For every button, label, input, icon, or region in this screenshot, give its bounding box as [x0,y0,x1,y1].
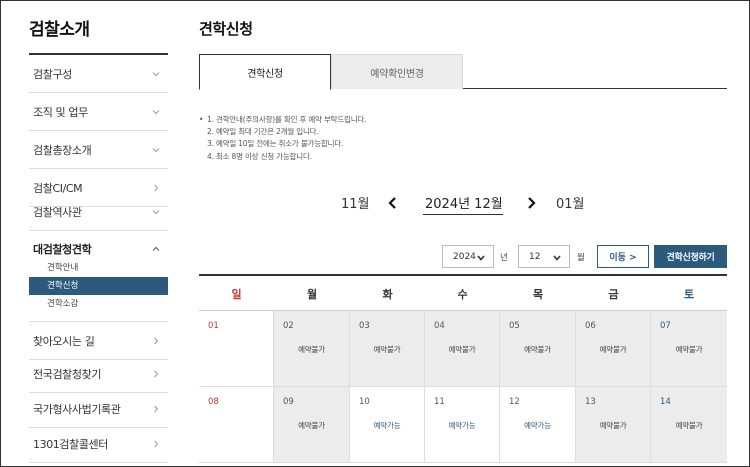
sidebar-subitem-tour-review[interactable]: 견학소감 [29,295,168,313]
sidebar-item-label: 1301검찰콜센터 [33,437,108,451]
year-unit: 년 [500,253,508,263]
calendar-day-cell: 03 예약불가 [350,311,425,387]
weekday-fri: 금 [608,287,619,301]
apply-tour-button[interactable]: 견학신청하기 [654,245,727,268]
sidebar-subitem-tour-info[interactable]: 견학안내 [29,259,168,277]
sidebar-item-duties[interactable]: 조직 및 업무 [29,93,168,131]
chevron-down-icon [152,208,160,216]
sidebar-item-label: 전국검찰청찾기 [33,367,102,381]
chevron-right-icon[interactable] [527,195,537,209]
chevron-down-icon [152,146,160,154]
weekday-mon: 월 [306,287,318,301]
calendar-day-cell: 01 [199,311,274,387]
sidebar-item-prosecutor-general[interactable]: 검찰총장소개 [29,131,168,169]
month-navigator: 11월 2024년 12월 01월 [341,191,596,217]
chevron-right-icon [152,440,160,448]
prev-month-label[interactable]: 11월 [341,193,370,212]
calendar-day-cell: 05 예약불가 [500,311,576,387]
chevron-right-icon [152,337,160,345]
sidebar-item-archives[interactable]: 국가형사사법기록관 [29,390,168,428]
sidebar-group-tour: 대검찰청견학 견학안내 견학신청 견학소감 [29,231,168,322]
sidebar-item-organization[interactable]: 검찰구성 [29,55,168,93]
calendar-day-cell: 07 예약불가 [651,311,727,387]
month-unit: 월 [577,253,585,263]
chevron-down-icon [152,108,160,116]
sidebar-title: 검찰소개 [29,20,90,40]
sidebar-item-call-center[interactable]: 1301검찰콜센터 [29,425,168,463]
tab-reservation-check[interactable]: 예약확인변경 [331,54,463,89]
sidebar-item-history-hall[interactable]: 검찰역사관 [29,193,168,231]
page-title: 견학신청 [199,20,253,38]
calendar-day-cell: 08 [199,387,274,463]
month-select[interactable]: 12 [518,245,570,268]
tab-apply[interactable]: 견학신청 [199,54,331,90]
calendar-day-cell: 13 예약불가 [576,387,651,463]
sidebar-item-label: 검찰구성 [33,67,72,81]
chevron-left-icon[interactable] [387,195,397,209]
notice-list: • 1. 견학안내(주의사항)를 확인 후 예약 부탁드립니다. 2. 예약일 최… [199,114,727,163]
weekday-sun: 일 [231,287,242,301]
sidebar-subitem-tour-apply[interactable]: 견학신청 [29,277,168,295]
chevron-down-icon [152,70,160,78]
sidebar-group-label: 대검찰청견학 [33,243,92,256]
chevron-right-icon [152,184,160,192]
chevron-up-icon [152,245,160,253]
calendar-day-cell-available[interactable]: 11 예약가능 [425,387,500,463]
sidebar-item-label: 검찰역사관 [33,205,82,219]
chevron-down-icon [477,254,485,264]
notice-item: 3. 예약일 10일 전에는 취소가 불가능합니다. [207,139,344,149]
sidebar-item-label: 검찰총장소개 [33,143,92,157]
weekday-wed: 수 [457,287,468,301]
calendar-day-cell: 04 예약불가 [425,311,500,387]
current-month-underline [423,214,503,215]
weekday-thu: 목 [532,287,544,301]
calendar-day-cell-available[interactable]: 10 예약가능 [350,387,425,463]
calendar-day-cell: 06 예약불가 [576,311,651,387]
chevron-down-icon [553,254,561,264]
chevron-right-icon [152,405,160,413]
notice-item: 4. 최소 8명 이상 신청 가능합니다. [207,151,312,161]
calendar-day-cell-available[interactable]: 12 예약가능 [500,387,576,463]
sidebar-item-label: 찾아오시는 길 [33,334,95,348]
calendar-day-cell: 14 예약불가 [651,387,727,463]
weekday-tue: 화 [382,287,393,301]
notice-item: 2. 예약일 최대 기간은 2개월 입니다. [207,127,319,137]
sidebar-item-find-offices[interactable]: 전국검찰청찾기 [29,355,168,393]
current-month-label: 2024년 12월 [425,197,503,212]
chevron-right-icon [152,370,160,378]
next-month-label[interactable]: 01월 [556,193,585,212]
notice-item: • 1. 견학안내(주의사항)를 확인 후 예약 부탁드립니다. [199,114,727,126]
bullet-icon: • [199,115,204,124]
move-button[interactable]: 이동 > [597,245,649,268]
calendar-header: 일 월 화 수 목 금 토 [199,274,727,311]
tab-bar: 견학신청 예약확인변경 [199,54,727,90]
page-frame: 검찰소개 검찰구성 조직 및 업무 검찰총장소개 검찰CI/CM 검찰역사관 대… [0,0,750,467]
calendar-day-cell: 09 예약불가 [274,387,350,463]
year-select[interactable]: 2024 [442,245,494,268]
calendar-day-cell: 02 예약불가 [274,311,350,387]
sidebar-item-label: 국가형사사법기록관 [33,402,121,416]
weekday-sat: 토 [683,287,695,301]
sidebar-group-header[interactable]: 대검찰청견학 [33,241,160,257]
sidebar-item-label: 조직 및 업무 [33,105,88,119]
